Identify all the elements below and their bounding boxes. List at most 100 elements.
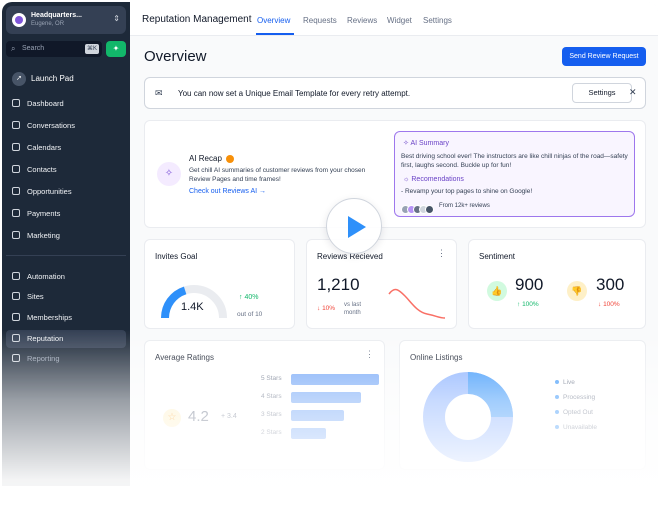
rating-bar bbox=[291, 428, 327, 439]
sidebar-item-marketing[interactable]: Marketing bbox=[6, 227, 126, 245]
tab-widget[interactable]: Widget bbox=[387, 16, 412, 25]
sidebar-item-label: Opportunities bbox=[27, 187, 72, 196]
sidebar-item-contacts[interactable]: Contacts bbox=[6, 161, 126, 179]
sidebar-item-dashboard[interactable]: Dashboard bbox=[6, 95, 126, 113]
invites-goal-title: Invites Goal bbox=[155, 252, 198, 261]
more-options-icon[interactable]: ⋮ bbox=[365, 349, 374, 360]
automation-icon bbox=[12, 272, 20, 281]
positive-count: 900 bbox=[515, 275, 544, 294]
ai-summary-panel: ✧ AI Summary Best driving school ever! T… bbox=[394, 131, 635, 217]
rating-bar-label: 5 Stars bbox=[261, 375, 282, 382]
negative-count: 300 bbox=[596, 275, 625, 294]
sidebar-item-label: Reputation bbox=[27, 334, 64, 343]
close-icon[interactable]: ✕ bbox=[629, 87, 637, 98]
sidebar-item-label: Dashboard bbox=[27, 99, 64, 108]
invites-growth-text: 40% bbox=[244, 294, 259, 301]
tab-settings[interactable]: Settings bbox=[423, 16, 452, 25]
top-header: Reputation Management Overview Requests … bbox=[130, 2, 658, 36]
sidebar-item-label: Memberships bbox=[27, 313, 73, 322]
info-banner: ✉ You can now set a Unique Email Templat… bbox=[144, 77, 646, 109]
online-listings-title: Online Listings bbox=[410, 353, 463, 362]
sidebar-item-opportunities[interactable]: Opportunities bbox=[6, 183, 126, 201]
reviews-received-card: Reviews Recieved ⋮ 1,210 ↓ 10% vs last m… bbox=[306, 239, 457, 329]
invites-growth: ↑ 40% bbox=[239, 294, 258, 301]
sidebar-item-launch-pad[interactable]: ➚ Launch Pad bbox=[12, 72, 74, 86]
ai-recap-title: AI Recap bbox=[189, 154, 235, 163]
ai-recap-card: ✧ AI Recap Get chill AI summaries of cus… bbox=[144, 120, 646, 228]
quick-action-button[interactable]: ✦ bbox=[106, 41, 126, 57]
listings-donut bbox=[423, 372, 513, 462]
ai-summary-title: ✧ AI Summary bbox=[403, 139, 449, 147]
recommendations-title-text: Recomendations bbox=[411, 176, 464, 183]
smile-emoji-icon bbox=[226, 154, 235, 163]
tab-reviews[interactable]: Reviews bbox=[347, 16, 377, 25]
reviews-trend-line bbox=[388, 288, 446, 319]
thumbs-down-icon: 👎 bbox=[567, 281, 587, 301]
invites-out-of: out of 10 bbox=[237, 311, 263, 318]
reviews-change-text: 10% bbox=[322, 305, 336, 312]
tab-overview[interactable]: Overview bbox=[257, 16, 290, 25]
donut-segment bbox=[467, 372, 513, 418]
recommendations-title: ☼ Recomendations bbox=[403, 176, 464, 183]
ai-summary-body: Best driving school ever! The instructor… bbox=[401, 153, 628, 169]
sidebar-item-memberships[interactable]: Memberships bbox=[6, 309, 126, 327]
sparkle-icon: ✧ bbox=[157, 162, 181, 186]
online-listings-card: Online Listings Live Processing Opted Ou… bbox=[399, 340, 646, 470]
account-avatar bbox=[12, 13, 26, 27]
recommendations-body: - Revamp your top pages to shine on Goog… bbox=[401, 188, 533, 195]
reviews-received-value: 1,210 bbox=[317, 275, 360, 294]
rating-bar bbox=[291, 374, 379, 385]
sidebar-item-label: Conversations bbox=[27, 121, 75, 130]
positive-change-text: 100% bbox=[522, 301, 539, 308]
sidebar-item-reputation[interactable]: Reputation bbox=[6, 330, 126, 348]
legend-item: Unavailable bbox=[555, 424, 597, 431]
sidebar-item-calendars[interactable]: Calendars bbox=[6, 139, 126, 157]
opportunities-icon bbox=[12, 187, 20, 196]
sidebar-item-label: Contacts bbox=[27, 165, 57, 174]
rating-bar-label: 4 Stars bbox=[261, 393, 282, 400]
account-name: Headquarters... bbox=[31, 12, 82, 19]
legend-item: Live bbox=[555, 379, 575, 386]
sidebar-item-label: Launch Pad bbox=[31, 74, 74, 84]
envelope-icon: ✉ bbox=[155, 88, 163, 98]
search-shortcut: ⌘K bbox=[84, 44, 99, 54]
thumbs-up-icon: 👍 bbox=[487, 281, 507, 301]
sidebar-item-sites[interactable]: Sites bbox=[6, 288, 126, 306]
rating-bar-label: 2 Stars bbox=[261, 429, 282, 436]
search-placeholder: Search bbox=[22, 45, 45, 52]
average-rating-delta: + 3.4 bbox=[221, 413, 237, 420]
active-tab-indicator bbox=[256, 33, 294, 35]
reporting-icon bbox=[12, 354, 20, 363]
reviews-ai-link[interactable]: Check out Reviews AI → bbox=[189, 188, 266, 195]
sidebar-item-label: Sites bbox=[27, 292, 44, 301]
banner-settings-button[interactable]: Settings bbox=[572, 83, 632, 103]
star-icon: ☆ bbox=[163, 409, 181, 427]
invites-goal-card: Invites Goal 1.4K ↑ 40% out of 10 bbox=[144, 239, 295, 329]
rating-bar-label: 3 Stars bbox=[261, 411, 282, 418]
sentiment-title: Sentiment bbox=[479, 252, 516, 261]
sidebar-item-label: Marketing bbox=[27, 231, 60, 240]
more-options-icon[interactable]: ⋮ bbox=[437, 248, 446, 259]
reviews-ai-link-text: Check out Reviews AI bbox=[189, 188, 258, 195]
reviewer-avatars bbox=[401, 201, 434, 219]
tab-requests[interactable]: Requests bbox=[303, 16, 337, 25]
chevron-updown-icon: ⇕ bbox=[113, 14, 120, 23]
sentiment-card: Sentiment 👍 900 ↑ 100% 👎 300 ↓ 100% bbox=[468, 239, 646, 329]
page-title: Overview bbox=[144, 48, 207, 65]
search-input[interactable]: ⌕ Search ⌘K bbox=[6, 41, 102, 57]
play-icon bbox=[348, 216, 366, 238]
account-switcher[interactable]: Headquarters... Eugene, OR ⇕ bbox=[6, 6, 126, 34]
sidebar-item-conversations[interactable]: Conversations bbox=[6, 117, 126, 135]
average-ratings-title: Average Ratings bbox=[155, 353, 214, 362]
sidebar-item-label: Calendars bbox=[27, 143, 62, 152]
banner-message: You can now set a Unique Email Template … bbox=[178, 89, 411, 98]
sidebar-item-automation[interactable]: Automation bbox=[6, 268, 126, 286]
sidebar-item-label: Reporting bbox=[27, 354, 60, 363]
reviews-vs-label: vs last month bbox=[344, 302, 362, 316]
send-review-request-button[interactable]: Send Review Request bbox=[562, 47, 646, 66]
sidebar-item-payments[interactable]: Payments bbox=[6, 205, 126, 223]
rating-bar bbox=[291, 392, 362, 403]
average-ratings-card: Average Ratings ⋮ ☆ 4.2 + 3.4 5 Stars 4 … bbox=[144, 340, 385, 470]
sidebar-item-reporting[interactable]: Reporting bbox=[6, 350, 126, 368]
play-video-button[interactable] bbox=[326, 198, 382, 254]
